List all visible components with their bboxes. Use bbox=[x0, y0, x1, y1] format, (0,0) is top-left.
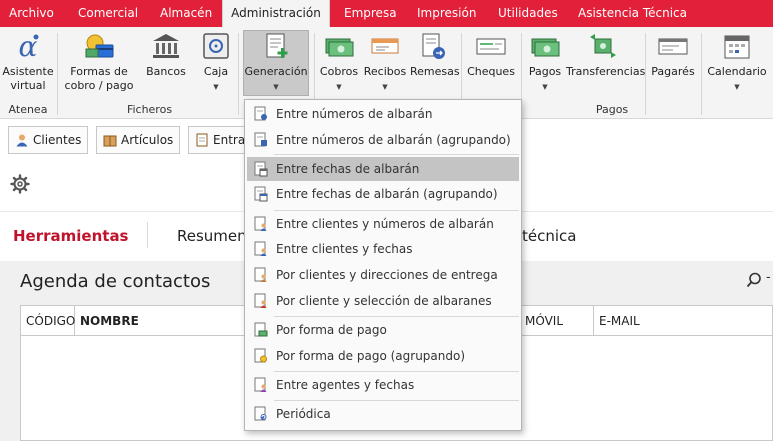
money-card-icon bbox=[85, 34, 114, 58]
column-movil[interactable]: MÓVIL bbox=[520, 306, 594, 336]
chevron-down-icon: ▼ bbox=[336, 83, 342, 91]
menu-impresion[interactable]: Impresión bbox=[417, 0, 476, 27]
document-user-delivery-icon bbox=[254, 267, 267, 282]
dropdown-item-por-clientes-direcciones[interactable]: Por clientes y direcciones de entrega bbox=[247, 263, 519, 287]
menu-empresa[interactable]: Empresa bbox=[344, 0, 397, 27]
dropdown-separator bbox=[274, 371, 519, 372]
chevron-down-icon: ▼ bbox=[213, 83, 219, 91]
menu-utilidades[interactable]: Utilidades bbox=[498, 0, 558, 27]
document-user-select-icon bbox=[254, 293, 267, 308]
dropdown-item-por-forma-pago-agrupando[interactable]: Por forma de pago (agrupando) bbox=[247, 344, 519, 368]
dropdown-separator bbox=[274, 210, 519, 211]
document-calendar-icon bbox=[254, 161, 268, 177]
asistente-virtual-button[interactable]: α Asistente virtual bbox=[2, 31, 54, 93]
document-group-icon bbox=[254, 132, 267, 147]
promissory-note-icon bbox=[658, 38, 688, 55]
document-money-icon bbox=[254, 322, 268, 337]
menu-bar: Archivo Comercial Almacén Administración… bbox=[0, 0, 773, 27]
dropdown-item-entre-fechas-albaran-agrupando[interactable]: Entre fechas de albarán (agrupando) bbox=[247, 182, 519, 206]
dropdown-item-periodica[interactable]: Periódica bbox=[247, 402, 519, 426]
dropdown-item-entre-clientes-fechas[interactable]: Entre clientes y fechas bbox=[247, 237, 519, 261]
column-codigo[interactable]: CÓDIGO bbox=[21, 306, 75, 336]
articulos-button[interactable]: Artículos bbox=[96, 126, 180, 154]
transferencias-button[interactable]: Transferencias bbox=[566, 31, 645, 79]
cheques-button[interactable]: Cheques bbox=[465, 31, 517, 79]
box-icon bbox=[103, 135, 117, 147]
atenea-alpha-icon: α bbox=[19, 31, 39, 61]
dropdown-item-entre-fechas-albaran[interactable]: Entre fechas de albarán bbox=[247, 157, 519, 181]
document-coins-icon bbox=[254, 348, 267, 363]
section-title: Herramientas bbox=[13, 227, 129, 245]
dropdown-item-entre-numeros-albaran[interactable]: Entre números de albarán bbox=[247, 102, 519, 126]
document-agent-icon bbox=[254, 377, 267, 392]
dropdown-item-entre-clientes-numeros[interactable]: Entre clientes y números de albarán bbox=[247, 212, 519, 236]
dropdown-item-entre-agentes-fechas[interactable]: Entre agentes y fechas bbox=[247, 373, 519, 397]
remesas-button[interactable]: Remesas bbox=[410, 31, 460, 79]
clientes-button[interactable]: Clientes bbox=[8, 126, 88, 154]
minimize-dash[interactable]: - bbox=[766, 270, 771, 285]
search-icon[interactable] bbox=[746, 272, 762, 288]
check-document-icon bbox=[476, 38, 506, 55]
dropdown-item-por-forma-pago[interactable]: Por forma de pago bbox=[247, 318, 519, 342]
column-email[interactable]: E-MAIL bbox=[594, 306, 772, 336]
calendario-button[interactable]: Calendario ▼ bbox=[706, 31, 768, 94]
bank-icon bbox=[153, 34, 179, 58]
cobros-button[interactable]: Cobros ▼ bbox=[318, 31, 360, 94]
generacion-button[interactable]: Generación ▼ bbox=[243, 30, 309, 96]
user-icon bbox=[16, 134, 28, 147]
calendar-icon bbox=[724, 35, 750, 59]
menu-administracion[interactable]: Administración bbox=[222, 0, 330, 27]
dropdown-item-entre-numeros-albaran-agrupando[interactable]: Entre números de albarán (agrupando) bbox=[247, 128, 519, 152]
chevron-down-icon: ▼ bbox=[382, 83, 388, 91]
chevron-down-icon: ▼ bbox=[734, 83, 740, 91]
dropdown-separator bbox=[274, 154, 519, 155]
document-user-icon bbox=[254, 241, 267, 256]
caja-button[interactable]: Caja ▼ bbox=[197, 31, 235, 94]
document-recurring-icon bbox=[254, 406, 267, 421]
document-numbers-icon bbox=[254, 106, 267, 121]
pagares-button[interactable]: Pagarés bbox=[650, 31, 696, 79]
formas-cobro-pago-button[interactable]: Formas de cobro / pago bbox=[64, 31, 134, 93]
ribbon-separator bbox=[57, 33, 58, 115]
menu-almacen[interactable]: Almacén bbox=[160, 0, 212, 27]
document-add-icon bbox=[266, 33, 288, 58]
agenda-title: Agenda de contactos bbox=[20, 271, 211, 292]
document-user-icon bbox=[254, 216, 267, 231]
document-calendar-group-icon bbox=[254, 186, 268, 202]
tab-tecnica[interactable]: técnica bbox=[522, 227, 576, 245]
safe-icon bbox=[203, 33, 229, 59]
recibos-button[interactable]: Recibos ▼ bbox=[362, 31, 408, 94]
group-label-ficheros: Ficheros bbox=[126, 103, 173, 116]
dropdown-separator bbox=[274, 400, 519, 401]
tab-resumen[interactable]: Resumen bbox=[177, 227, 247, 245]
banknotes-icon bbox=[325, 38, 354, 57]
menu-archivo[interactable]: Archivo bbox=[9, 0, 54, 27]
document-icon bbox=[196, 133, 208, 147]
generacion-dropdown: Entre números de albarán Entre números d… bbox=[244, 99, 522, 431]
receipt-icon bbox=[371, 38, 399, 54]
dropdown-item-por-cliente-seleccion[interactable]: Por cliente y selección de albaranes bbox=[247, 289, 519, 313]
group-label-atenea: Atenea bbox=[8, 103, 48, 116]
menu-asistencia-tecnica[interactable]: Asistencia Técnica bbox=[578, 0, 687, 27]
group-label-pagos: Pagos bbox=[595, 103, 629, 116]
section-separator bbox=[147, 222, 148, 248]
banknotes-icon bbox=[531, 38, 560, 57]
chevron-down-icon: ▼ bbox=[542, 83, 548, 91]
bancos-button[interactable]: Bancos bbox=[144, 31, 188, 79]
menu-comercial[interactable]: Comercial bbox=[78, 0, 138, 27]
pagos-button[interactable]: Pagos ▼ bbox=[526, 31, 564, 94]
gear-icon[interactable] bbox=[10, 174, 30, 194]
chevron-down-icon: ▼ bbox=[273, 83, 279, 91]
money-transfer-icon bbox=[590, 34, 616, 58]
document-transfer-icon bbox=[422, 33, 445, 59]
ribbon-separator bbox=[238, 33, 239, 115]
entradas-button[interactable]: Entradas bbox=[188, 126, 245, 154]
dropdown-separator bbox=[274, 316, 519, 317]
